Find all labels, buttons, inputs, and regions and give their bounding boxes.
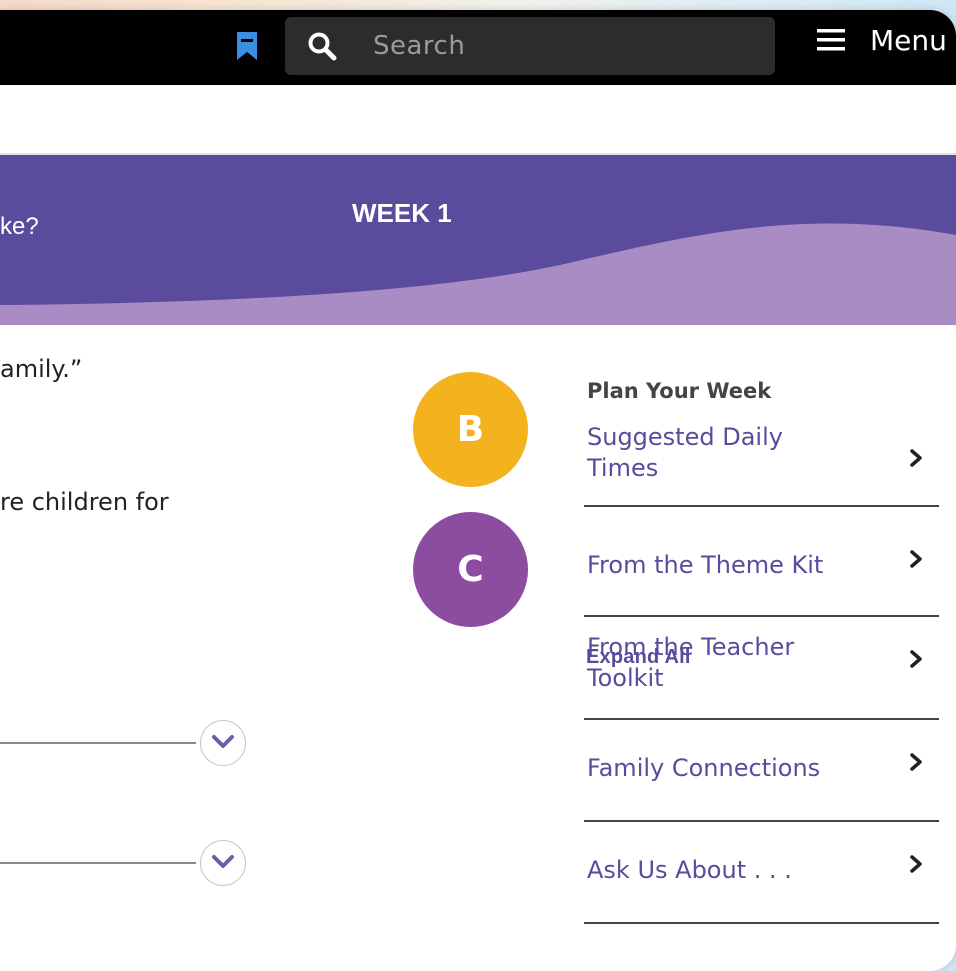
plan-item-family-connections[interactable]: Family Connections	[587, 740, 939, 800]
top-navigation-bar: Search Menu	[0, 10, 956, 85]
plan-item-label: From the Teacher	[587, 633, 795, 661]
week-label: WEEK 1	[352, 198, 452, 228]
plan-item-label: From the Theme Kit	[587, 551, 824, 579]
search-icon	[307, 31, 337, 61]
chevron-right-icon	[910, 753, 922, 771]
plan-separator	[584, 820, 939, 822]
plan-item-label: Family Connections	[587, 754, 821, 782]
plan-item-label: Toolkit	[587, 664, 664, 692]
expand-section-button[interactable]	[200, 720, 246, 766]
plan-separator	[584, 505, 939, 507]
search-placeholder: Search	[373, 31, 466, 61]
plan-item-label: Suggested Daily	[587, 423, 783, 451]
menu-button[interactable]: Menu	[870, 24, 947, 57]
chevron-down-icon	[212, 855, 234, 868]
week-banner: ke? WEEK 1	[0, 155, 956, 325]
plan-item-label: Times	[587, 454, 659, 482]
chevron-right-icon	[910, 650, 922, 668]
plan-item-from-the-theme-kit[interactable]: From the Theme Kit	[587, 537, 939, 597]
banner-wave	[0, 223, 956, 325]
plan-your-week-heading: Plan Your Week	[587, 379, 772, 403]
chevron-down-icon	[212, 735, 234, 748]
plan-item-suggested-daily-times[interactable]: Suggested Daily Times	[587, 422, 939, 502]
chevron-right-icon	[910, 550, 922, 568]
callout-badge-c: C	[413, 512, 528, 627]
plan-item-label: Ask Us About . . .	[587, 856, 792, 884]
hamburger-menu-icon[interactable]	[817, 28, 845, 52]
plan-separator	[584, 615, 939, 617]
plan-separator	[584, 922, 939, 924]
accordion-divider	[0, 742, 196, 744]
plan-item-ask-us-about[interactable]: Ask Us About . . .	[587, 842, 939, 902]
app-window: Search Menu ke? WEEK 1 amily.” re childr…	[0, 10, 956, 971]
accordion-divider	[0, 862, 196, 864]
callout-badge-b: B	[413, 372, 528, 487]
chevron-right-icon	[910, 449, 922, 467]
expand-section-button[interactable]	[200, 840, 246, 886]
body-text-line: re children for	[0, 488, 169, 516]
bookmark-icon[interactable]	[235, 30, 259, 62]
theme-question: ke?	[0, 213, 39, 240]
chevron-right-icon	[910, 855, 922, 873]
plan-separator	[584, 718, 939, 720]
body-text-line: amily.”	[0, 355, 83, 383]
search-input[interactable]: Search	[285, 17, 775, 75]
plan-item-from-the-teacher-toolkit[interactable]: From the Teacher Toolkit	[587, 628, 939, 708]
